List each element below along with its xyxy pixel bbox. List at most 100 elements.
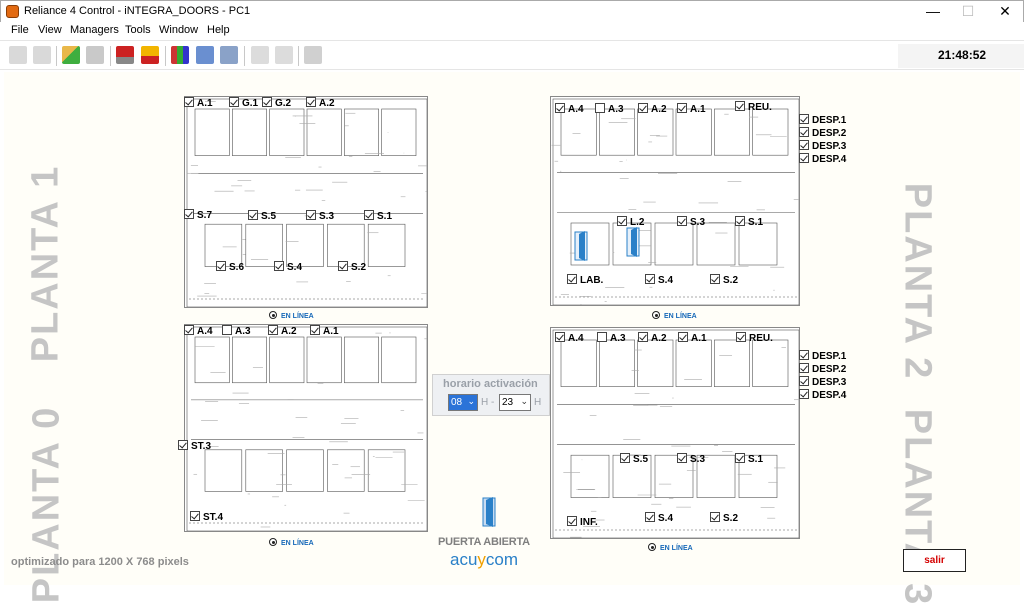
checkbox-icon[interactable] [799,389,809,399]
checkbox-icon[interactable] [617,216,627,226]
checkbox-icon[interactable] [799,376,809,386]
door-checkbox-planta3-inf[interactable]: INF. [567,516,598,528]
checkbox-icon[interactable] [184,325,194,335]
door-checkbox-planta3-desp3[interactable]: DESP.3 [799,376,846,388]
door-checkbox-planta0-st4[interactable]: ST.4 [190,511,223,523]
key-icon[interactable] [304,46,322,64]
print-icon[interactable] [220,46,238,64]
door-checkbox-planta2-a3[interactable]: A.3 [595,103,624,115]
menu-file[interactable]: File [11,24,29,36]
door-checkbox-planta2-reu[interactable]: REU. [735,101,772,113]
door-checkbox-planta0-a3[interactable]: A.3 [222,325,251,337]
add-user-icon[interactable] [62,46,80,64]
menu-help[interactable]: Help [207,24,230,36]
maximize-button[interactable]: ☐ [950,1,986,23]
door-checkbox-planta1-g2[interactable]: G.2 [262,97,291,109]
user-icon[interactable] [86,46,104,64]
checkbox-icon[interactable] [190,511,200,521]
door-checkbox-planta2-s3[interactable]: S.3 [677,216,705,228]
menu-view[interactable]: View [38,24,62,36]
event-icon[interactable] [141,46,159,64]
checkbox-icon[interactable] [710,274,720,284]
checkbox-icon[interactable] [222,325,232,335]
menu-window[interactable]: Window [159,24,198,36]
checkbox-icon[interactable] [262,97,272,107]
checkbox-icon[interactable] [216,261,226,271]
door-checkbox-planta1-s2[interactable]: S.2 [338,261,366,273]
checkbox-icon[interactable] [248,210,258,220]
door-checkbox-planta2-lab[interactable]: LAB. [567,274,603,286]
door-checkbox-planta3-desp2[interactable]: DESP.2 [799,363,846,375]
door-checkbox-planta3-s2[interactable]: S.2 [710,512,738,524]
door-checkbox-planta2-s4[interactable]: S.4 [645,274,673,286]
checkbox-icon[interactable] [799,153,809,163]
checkbox-icon[interactable] [645,274,655,284]
door-checkbox-planta1-s5[interactable]: S.5 [248,210,276,222]
door-checkbox-planta0-a2[interactable]: A.2 [268,325,297,337]
checkbox-icon[interactable] [710,512,720,522]
door-checkbox-planta2-desp2[interactable]: DESP.2 [799,127,846,139]
door-checkbox-planta3-s5[interactable]: S.5 [620,453,648,465]
checkbox-icon[interactable] [735,101,745,111]
door-checkbox-planta0-a1[interactable]: A.1 [310,325,339,337]
door-checkbox-planta3-s1[interactable]: S.1 [735,453,763,465]
report-icon[interactable] [196,46,214,64]
door-checkbox-planta1-s6[interactable]: S.6 [216,261,244,273]
exit-button[interactable]: salir [903,549,966,572]
checkbox-icon[interactable] [799,350,809,360]
start-hour-select[interactable]: 08 ⌄ [448,394,478,411]
checkbox-icon[interactable] [678,332,688,342]
checkbox-icon[interactable] [306,97,316,107]
door-checkbox-planta3-desp4[interactable]: DESP.4 [799,389,846,401]
checkbox-icon[interactable] [799,114,809,124]
door-checkbox-planta2-desp4[interactable]: DESP.4 [799,153,846,165]
door-checkbox-planta3-desp1[interactable]: DESP.1 [799,350,846,362]
door-checkbox-planta0-st3[interactable]: ST.3 [178,440,211,452]
checkbox-icon[interactable] [645,512,655,522]
checkbox-icon[interactable] [638,332,648,342]
door-checkbox-planta1-s7[interactable]: S.7 [184,209,212,221]
checkbox-icon[interactable] [555,332,565,342]
alarm-icon[interactable] [116,46,134,64]
checkbox-icon[interactable] [555,103,565,113]
checkbox-icon[interactable] [799,140,809,150]
checkbox-icon[interactable] [567,274,577,284]
door-checkbox-planta2-a2[interactable]: A.2 [638,103,667,115]
door-checkbox-planta1-g1[interactable]: G.1 [229,97,258,109]
checkbox-icon[interactable] [178,440,188,450]
checkbox-icon[interactable] [597,332,607,342]
checkbox-icon[interactable] [638,103,648,113]
door-checkbox-planta1-a2[interactable]: A.2 [306,97,335,109]
edit-icon[interactable] [251,46,269,64]
door-checkbox-planta3-a4[interactable]: A.4 [555,332,584,344]
door-checkbox-planta0-a4[interactable]: A.4 [184,325,213,337]
door-checkbox-planta3-a3[interactable]: A.3 [597,332,626,344]
checkbox-icon[interactable] [274,261,284,271]
door-checkbox-planta3-a2[interactable]: A.2 [638,332,667,344]
checkbox-icon[interactable] [735,453,745,463]
checkbox-icon[interactable] [799,127,809,137]
menu-managers[interactable]: Managers [70,24,119,36]
menu-tools[interactable]: Tools [125,24,151,36]
door-checkbox-planta2-desp3[interactable]: DESP.3 [799,140,846,152]
door-checkbox-planta3-s3[interactable]: S.3 [677,453,705,465]
minimize-button[interactable]: — [915,1,951,23]
door-checkbox-planta2-s1[interactable]: S.1 [735,216,763,228]
checkbox-icon[interactable] [620,453,630,463]
checkbox-icon[interactable] [229,97,239,107]
checkbox-icon[interactable] [184,209,194,219]
forward-icon[interactable] [33,46,51,64]
close-button[interactable]: ✕ [987,1,1023,23]
checkbox-icon[interactable] [677,453,687,463]
checkbox-icon[interactable] [736,332,746,342]
checkbox-icon[interactable] [268,325,278,335]
settings-icon[interactable] [275,46,293,64]
checkbox-icon[interactable] [677,103,687,113]
checkbox-icon[interactable] [595,103,605,113]
door-checkbox-planta1-s1[interactable]: S.1 [364,210,392,222]
door-checkbox-planta3-reu[interactable]: REU. [736,332,773,344]
door-checkbox-planta2-a1[interactable]: A.1 [677,103,706,115]
back-icon[interactable] [9,46,27,64]
chart-icon[interactable] [171,46,189,64]
checkbox-icon[interactable] [364,210,374,220]
